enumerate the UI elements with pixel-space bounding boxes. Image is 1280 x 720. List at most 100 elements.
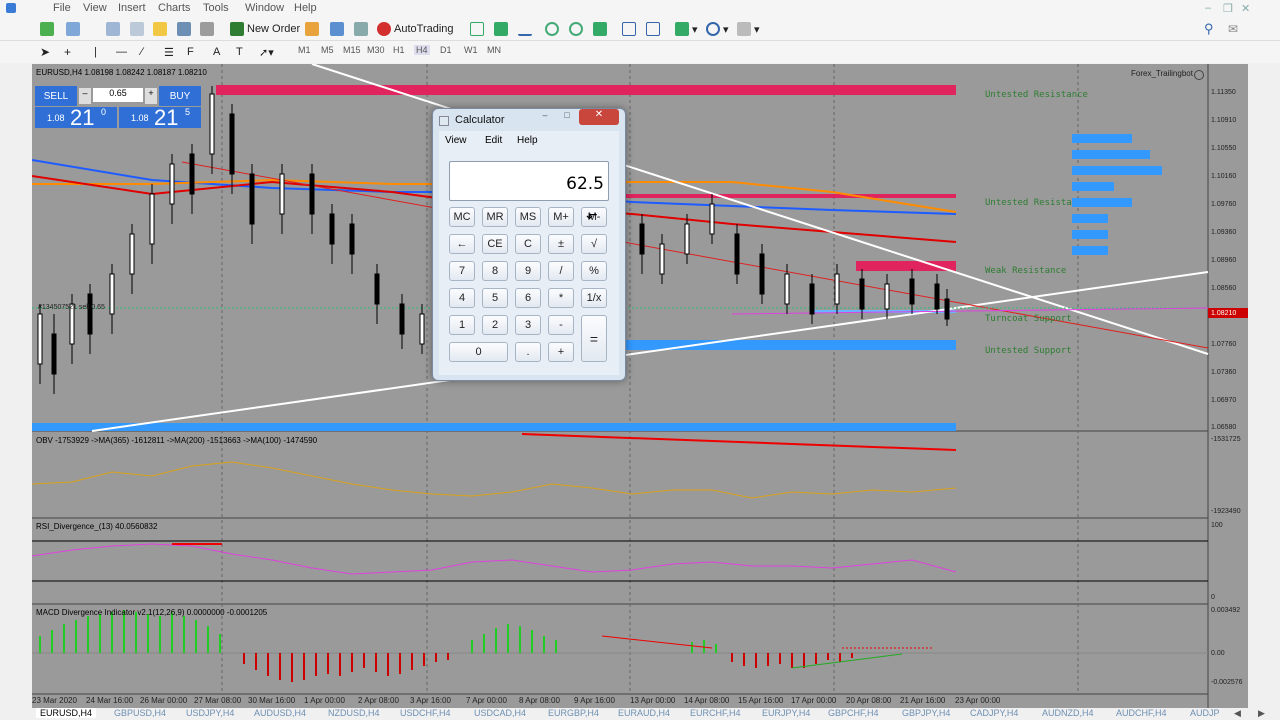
calc-1-button[interactable]: 1 [449,315,475,335]
calc-6-button[interactable]: 6 [515,288,541,308]
zoom-out-icon[interactable] [569,21,583,37]
calc-ms-button[interactable]: MS [515,207,541,227]
tab-audchf[interactable]: AUDCHF,H4 [1116,708,1167,718]
tab-gbpusd[interactable]: GBPUSD,H4 [114,708,166,718]
tf-m15[interactable]: M15 [343,45,361,55]
tf-h4[interactable]: H4 [414,45,430,55]
candlestick-icon[interactable] [494,21,508,37]
close-icon[interactable]: ✕ [1241,2,1250,15]
tf-m1[interactable]: M1 [298,45,311,55]
vertical-line-icon[interactable]: | [94,44,97,60]
calc-close-button[interactable]: ✕ [579,109,619,125]
chart-window[interactable]: SELL – 0.65 + BUY 1.08 21 0 1.08 21 5 EU… [32,64,1248,710]
tf-w1[interactable]: W1 [464,45,478,55]
tf-d1[interactable]: D1 [440,45,452,55]
sell-price[interactable]: 1.08 21 0 [35,105,117,130]
line-chart-icon[interactable] [518,21,532,37]
tab-eurchf[interactable]: EURCHF,H4 [690,708,741,718]
calc-maximize-button[interactable]: □ [557,110,577,124]
tab-eurjpy[interactable]: EURJPY,H4 [762,708,810,718]
autoscroll-icon[interactable] [646,21,660,37]
lot-increase-button[interactable]: + [145,88,157,104]
market-icon[interactable] [354,21,368,37]
bar-chart-icon[interactable] [470,21,484,37]
calc-7-button[interactable]: 7 [449,261,475,281]
favorites-icon[interactable] [153,21,167,37]
restore-icon[interactable]: ❐ [1223,2,1233,15]
tab-eurusd[interactable]: EURUSD,H4 [36,708,97,718]
tab-usdchf[interactable]: USDCHF,H4 [400,708,451,718]
calc-mplus-button[interactable]: M+ [548,207,574,227]
calculator-window[interactable]: Calculator – □ ✕ View Edit Help 62.5 MC … [432,108,626,381]
zoom-in-icon[interactable] [545,21,559,37]
calc-percent-button[interactable]: % [581,261,607,281]
tab-usdjpy[interactable]: USDJPY,H4 [186,708,234,718]
navigator-icon[interactable] [130,21,144,37]
autotrading-button[interactable]: AutoTrading [377,21,454,37]
sell-button[interactable]: SELL [35,86,77,106]
tab-nzdusd[interactable]: NZDUSD,H4 [328,708,380,718]
tf-m30[interactable]: M30 [367,45,385,55]
menu-view[interactable]: View [83,2,107,14]
arrows-icon[interactable]: ➚▾ [259,44,274,60]
calc-0-button[interactable]: 0 [449,342,508,362]
buy-button[interactable]: BUY [159,86,201,106]
buy-price[interactable]: 1.08 21 5 [119,105,201,130]
calc-plusminus-button[interactable]: ± [548,234,574,254]
crosshair-icon[interactable]: + [64,44,71,60]
equidistant-channel-icon[interactable]: ☰ [164,44,174,60]
text-label-icon[interactable]: T [236,44,243,60]
calc-mr-button[interactable]: MR [482,207,508,227]
tab-audnzd[interactable]: AUDNZD,H4 [1042,708,1094,718]
lot-size-input[interactable]: 0.65 [93,88,143,102]
calc-8-button[interactable]: 8 [482,261,508,281]
text-icon[interactable]: A [213,44,220,60]
tf-m5[interactable]: M5 [321,45,334,55]
cursor-icon[interactable]: ➤ [40,44,50,60]
signals-icon[interactable] [330,21,344,37]
calc-add-button[interactable]: + [548,342,574,362]
calc-minimize-button[interactable]: – [535,110,555,124]
tab-cadjpy[interactable]: CADJPY,H4 [970,708,1018,718]
calc-menu-edit[interactable]: Edit [485,135,502,146]
fibonacci-icon[interactable]: F [187,44,194,60]
calc-2-button[interactable]: 2 [482,315,508,335]
minimize-icon[interactable]: – [1205,2,1211,14]
periods-icon[interactable]: ▾ [706,21,729,37]
calc-decimal-button[interactable]: . [515,342,541,362]
chat-icon[interactable]: ✉ [1228,21,1238,37]
indicators-icon[interactable]: ▾ [675,21,698,37]
profiles-icon[interactable] [66,21,80,37]
calc-reciprocal-button[interactable]: 1/x [581,288,607,308]
tab-scroll-left-icon[interactable]: ◀ [1234,708,1241,719]
calc-9-button[interactable]: 9 [515,261,541,281]
calc-equals-button[interactable]: = [581,315,607,362]
calc-divide-button[interactable]: / [548,261,574,281]
calc-mc-button[interactable]: MC [449,207,475,227]
tab-usdcad[interactable]: USDCAD,H4 [474,708,526,718]
menu-insert[interactable]: Insert [118,2,146,14]
calc-5-button[interactable]: 5 [482,288,508,308]
horizontal-line-icon[interactable]: — [116,44,127,60]
tab-eurgbp[interactable]: EURGBP,H4 [548,708,599,718]
calc-backspace-button[interactable]: ← [449,234,475,254]
calc-3-button[interactable]: 3 [515,315,541,335]
tab-audusd[interactable]: AUDUSD,H4 [254,708,306,718]
menu-window[interactable]: Window [245,2,284,14]
calc-4-button[interactable]: 4 [449,288,475,308]
metaeditor-icon[interactable] [305,21,319,37]
menu-file[interactable]: File [53,2,71,14]
tab-scroll-right-icon[interactable]: ▶ [1258,708,1265,719]
menu-charts[interactable]: Charts [158,2,190,14]
tab-audjpy[interactable]: AUDJP [1190,708,1220,718]
tf-mn[interactable]: MN [487,45,501,55]
calc-menu-view[interactable]: View [445,135,467,146]
search-icon[interactable]: ⚲ [1204,21,1214,37]
menu-tools[interactable]: Tools [203,2,229,14]
new-order-button[interactable]: New Order [230,21,300,37]
strategy-tester-icon[interactable] [200,21,214,37]
tab-euraud[interactable]: EURAUD,H4 [618,708,670,718]
templates-icon[interactable]: ▾ [737,21,760,37]
market-watch-icon[interactable] [106,21,120,37]
terminal-icon[interactable] [177,21,191,37]
